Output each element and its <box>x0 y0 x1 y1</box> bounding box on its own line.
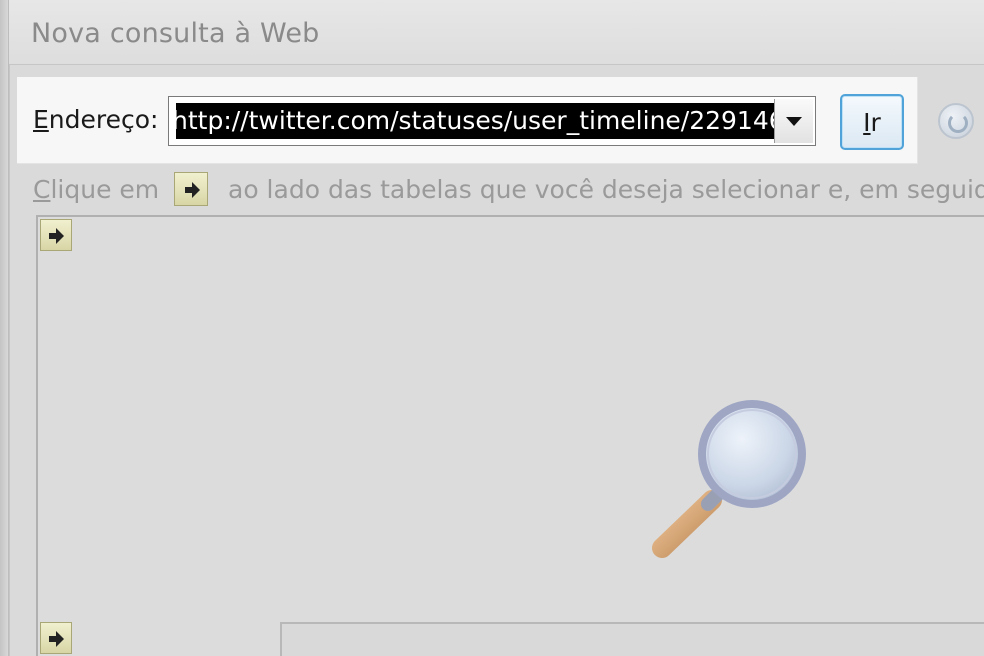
table-select-arrow-icon <box>174 172 208 206</box>
go-label-text: r <box>870 108 881 137</box>
instruction-text-end: ao lado das tabelas que você deseja sele… <box>228 175 984 204</box>
web-page-preview[interactable] <box>36 215 984 656</box>
address-input[interactable]: http://twitter.com/statuses/user_timelin… <box>176 103 774 139</box>
instruction-accesskey: C <box>33 175 51 204</box>
address-value: http://twitter.com/statuses/user_timelin… <box>176 106 774 135</box>
title-bar[interactable]: Nova consulta à Web <box>9 0 984 72</box>
instruction-start-text: lique em <box>50 175 160 204</box>
address-dropdown-button[interactable] <box>774 99 813 143</box>
web-query-dialog: Nova consulta à Web Endereço: http://twi… <box>0 0 984 656</box>
go-button-label: Ir <box>842 108 902 137</box>
address-label-accesskey: E <box>33 105 49 134</box>
table-select-arrow-icon[interactable] <box>40 219 72 251</box>
chevron-down-icon <box>786 117 802 126</box>
refresh-icon[interactable] <box>938 103 974 139</box>
window-border <box>0 0 9 656</box>
table-select-arrow-icon[interactable] <box>40 622 72 654</box>
instruction-text-start: Clique em <box>33 175 159 204</box>
address-label: Endereço: <box>33 105 158 134</box>
address-label-text: ndereço: <box>48 105 159 134</box>
go-accesskey: I <box>863 108 871 137</box>
magnifying-glass-icon <box>652 400 806 558</box>
go-button[interactable]: Ir <box>840 94 904 150</box>
window-title: Nova consulta à Web <box>31 18 320 49</box>
preview-content-frame <box>280 622 984 656</box>
